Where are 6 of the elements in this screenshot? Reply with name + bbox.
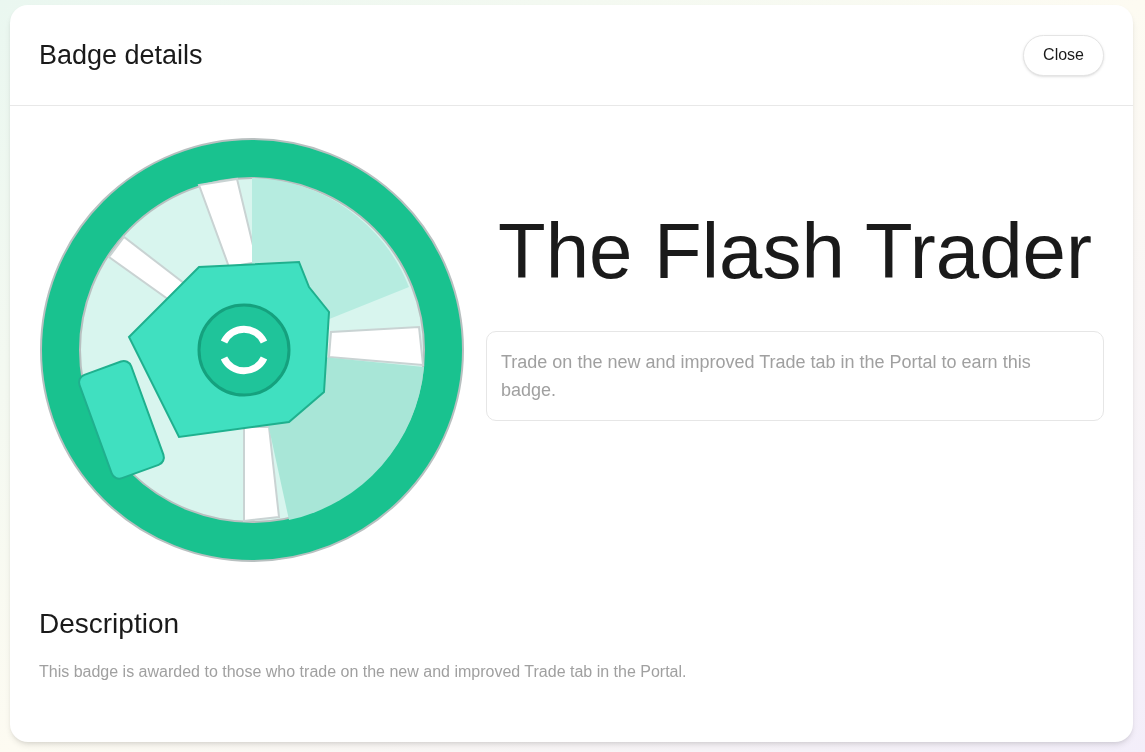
- badge-summary: Trade on the new and improved Trade tab in the Portal to earn this badge.: [486, 330, 1104, 421]
- description-text: This badge is awarded to those who trade on the new and improved Trade tab in the Portal.: [39, 662, 688, 682]
- close-button[interactable]: Close: [1023, 34, 1104, 76]
- description-heading: Description: [39, 607, 181, 641]
- dialog-title: Badge details: [39, 38, 203, 72]
- badge-title: The Flash Trader: [498, 209, 1092, 295]
